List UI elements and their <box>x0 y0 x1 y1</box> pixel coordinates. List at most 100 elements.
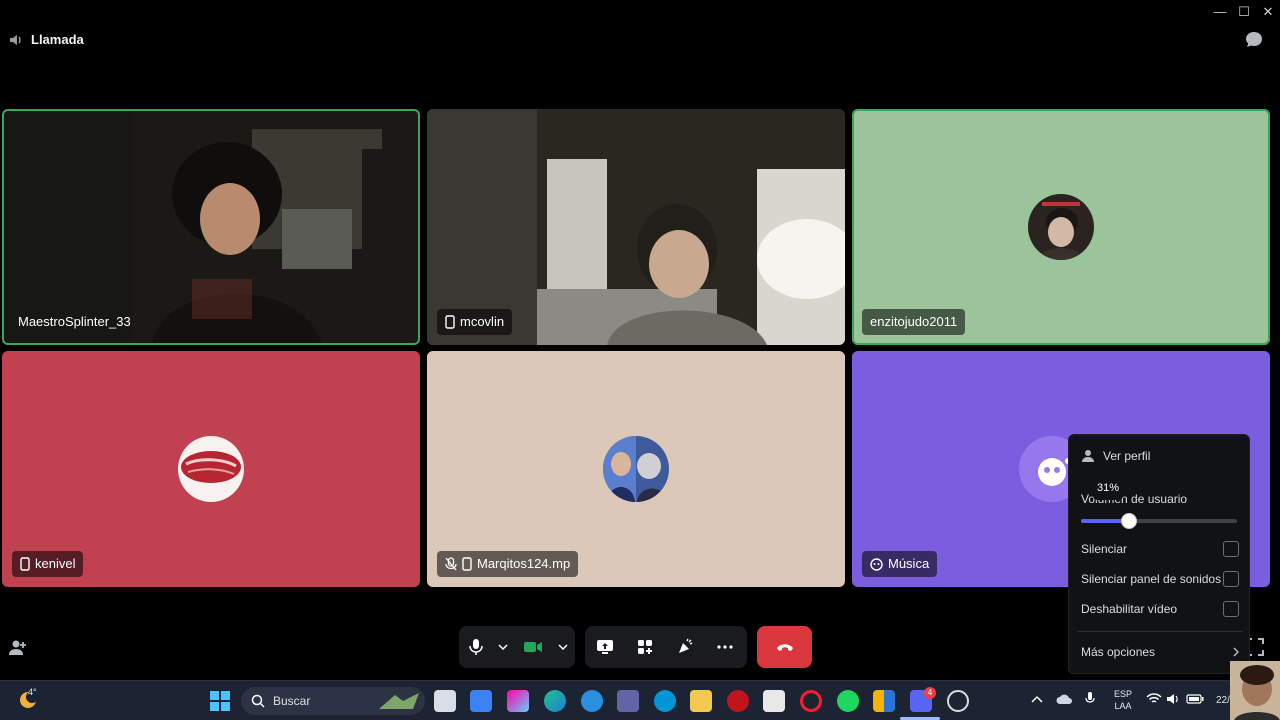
security-shield-icon[interactable] <box>873 690 895 712</box>
participant-name-tag: Marqitos124.mp <box>437 551 579 577</box>
microphone-button[interactable] <box>459 626 493 668</box>
red-app-icon[interactable] <box>727 690 749 712</box>
windows-start-icon[interactable] <box>209 690 231 712</box>
disable-video-label: Deshabilitar vídeo <box>1081 602 1178 616</box>
taskbar: 4° Buscar 4 ESP LAA 22/ <box>0 661 1280 720</box>
camera-options-button[interactable] <box>553 626 573 668</box>
volume-slider-handle[interactable] <box>1121 513 1138 529</box>
store-icon[interactable] <box>763 690 785 712</box>
end-call-button[interactable] <box>757 626 812 668</box>
spotify-icon[interactable] <box>837 690 859 712</box>
avatar <box>178 436 244 502</box>
participant-tile[interactable]: kenivel <box>2 351 420 587</box>
mute-soundboard-label: Silenciar panel de sonidos <box>1081 572 1222 586</box>
participant-name-tag: mcovlin <box>437 309 513 335</box>
cloud-icon[interactable] <box>1056 692 1072 706</box>
minimize-button[interactable]: — <box>1210 2 1230 22</box>
activities-button[interactable] <box>625 626 665 668</box>
weather-temp: 4° <box>28 687 37 697</box>
search-label: Buscar <box>273 694 311 708</box>
audio-video-controls <box>459 626 575 668</box>
game-app-icon[interactable] <box>947 690 969 712</box>
webcam-overlay <box>1230 661 1280 720</box>
mute-label: Silenciar <box>1081 542 1128 556</box>
disable-video-checkbox[interactable] <box>1223 601 1239 617</box>
activities-icon <box>638 640 652 654</box>
volume-slider[interactable] <box>1081 513 1237 529</box>
participant-name: Música <box>888 556 930 571</box>
discord-notification-badge: 4 <box>924 687 936 699</box>
maximize-button[interactable]: ☐ <box>1234 2 1254 22</box>
opera-icon[interactable] <box>800 690 822 712</box>
chevron-down-icon <box>558 644 568 650</box>
participant-name: MaestroSplinter_33 <box>18 314 131 329</box>
user-icon <box>1082 450 1094 462</box>
participant-name-tag: kenivel <box>12 551 84 577</box>
hp-icon[interactable] <box>654 690 676 712</box>
view-profile-label: Ver perfil <box>1103 449 1151 463</box>
soundboard-button[interactable] <box>665 626 705 668</box>
chevron-right-icon <box>1233 647 1239 657</box>
camera-button[interactable] <box>513 626 553 668</box>
chevron-up-icon[interactable] <box>1031 695 1043 703</box>
file-explorer-icon[interactable] <box>690 690 712 712</box>
activity-controls <box>585 626 747 668</box>
participant-tile[interactable]: Marqitos124.mp <box>427 351 845 587</box>
mute-soundboard-item[interactable]: Silenciar panel de sonidos <box>1081 571 1239 587</box>
muted-mic-icon <box>445 557 457 571</box>
chat-icon[interactable] <box>1244 30 1264 50</box>
search-icon <box>251 694 265 708</box>
microphone-icon <box>469 639 483 655</box>
mute-item[interactable]: Silenciar <box>1081 541 1239 557</box>
mute-soundboard-checkbox[interactable] <box>1223 571 1239 587</box>
participant-name: enzitojudo2011 <box>870 314 958 329</box>
participant-name: mcovlin <box>460 314 505 329</box>
soundboard-icon <box>679 638 693 653</box>
mobile-icon <box>462 557 472 571</box>
close-button[interactable]: ✕ <box>1258 2 1278 22</box>
participant-tile[interactable]: enzitojudo2011 <box>852 109 1270 345</box>
taskbar-search[interactable]: Buscar <box>241 687 425 715</box>
search-highlight-icon <box>379 693 419 709</box>
divider <box>1077 631 1243 632</box>
battery-icon[interactable] <box>1186 693 1204 705</box>
help-icon[interactable] <box>581 690 603 712</box>
add-user-icon[interactable] <box>8 638 28 658</box>
microphone-options-button[interactable] <box>493 626 513 668</box>
participant-name-tag: MaestroSplinter_33 <box>10 309 139 335</box>
screen-share-icon <box>597 640 613 654</box>
screen-share-button[interactable] <box>585 626 625 668</box>
edge-icon[interactable] <box>544 690 566 712</box>
more-options-item[interactable]: Más opciones <box>1081 645 1239 659</box>
task-view-icon[interactable] <box>434 690 456 712</box>
language-indicator-top[interactable]: ESP <box>1111 689 1135 700</box>
app-blue-icon[interactable] <box>470 690 492 712</box>
chevron-down-icon <box>498 644 508 650</box>
avatar <box>603 436 669 502</box>
mute-checkbox[interactable] <box>1223 541 1239 557</box>
participant-name-tag: enzitojudo2011 <box>862 309 966 335</box>
teams-icon[interactable] <box>617 690 639 712</box>
user-context-menu: Ver perfil Volumen de usuario Silenciar … <box>1068 434 1250 674</box>
hang-up-icon <box>776 644 793 651</box>
view-profile-item[interactable]: Ver perfil <box>1081 449 1239 463</box>
volume-icon[interactable] <box>1166 693 1180 705</box>
more-options-label: Más opciones <box>1081 645 1156 659</box>
speaker-icon <box>10 35 21 45</box>
call-header: Llamada <box>0 28 1280 52</box>
clock-date[interactable]: 22/ <box>1216 695 1230 706</box>
volume-tooltip: 31% <box>1093 476 1123 500</box>
mobile-icon <box>20 557 30 571</box>
more-icon <box>717 645 733 649</box>
copilot-icon[interactable] <box>507 690 529 712</box>
disable-video-item[interactable]: Deshabilitar vídeo <box>1081 601 1239 617</box>
camera-icon <box>524 642 542 652</box>
participant-name: kenivel <box>35 556 76 571</box>
participant-tile[interactable]: MaestroSplinter_33 <box>2 109 420 345</box>
language-indicator-bottom[interactable]: LAA <box>1111 701 1135 712</box>
microphone-tray-icon[interactable] <box>1085 691 1095 707</box>
wifi-icon[interactable] <box>1146 693 1162 705</box>
participant-name: Marqitos124.mp <box>477 556 571 571</box>
more-button[interactable] <box>705 626 745 668</box>
participant-tile[interactable]: mcovlin <box>427 109 845 345</box>
